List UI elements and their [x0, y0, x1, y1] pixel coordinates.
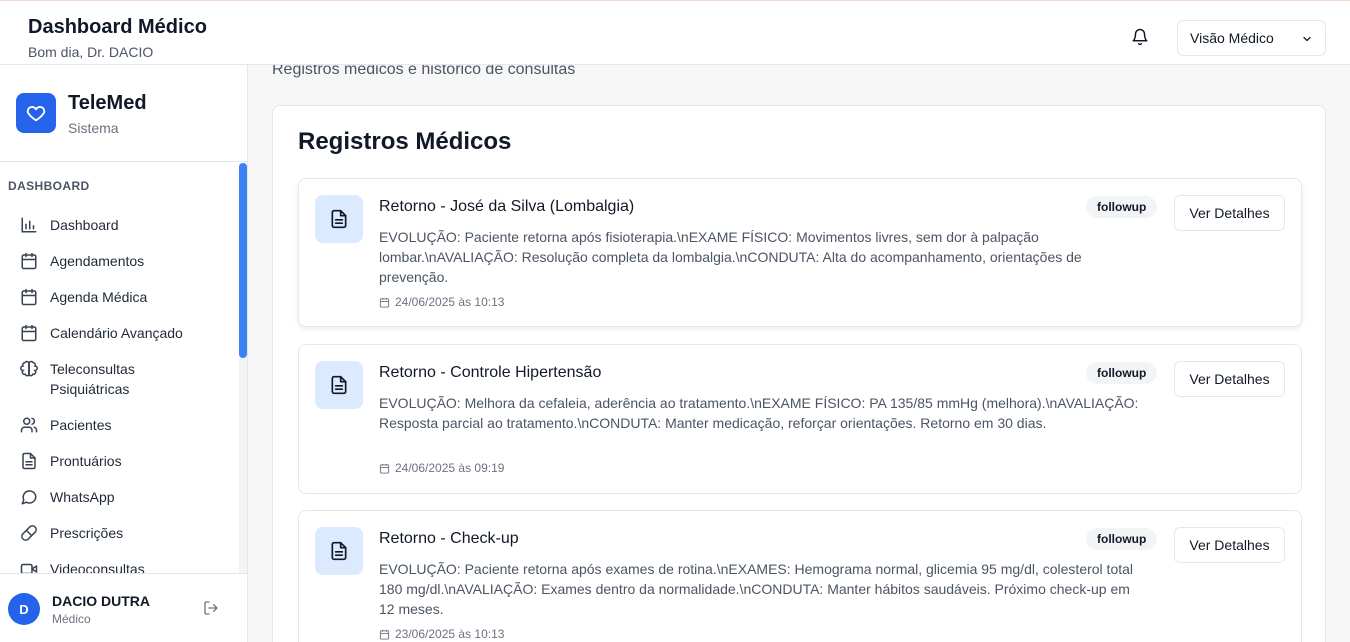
record-date: 24/06/2025 às 09:19 [379, 461, 504, 475]
record-notes: EVOLUÇÃO: Paciente retorna após exames d… [379, 561, 1134, 617]
message-circle-icon [21, 490, 37, 505]
greeting: Bom dia, Dr. DACIO [28, 44, 154, 60]
record-card: Retorno - José da Silva (Lombalgia) foll… [298, 178, 1302, 327]
sidebar-item-agendamentos[interactable]: Agendamentos [8, 245, 232, 277]
sidebar-item-label: WhatsApp [50, 489, 115, 505]
brand-name: TeleMed [68, 92, 147, 114]
sidebar-nav: DASHBOARD Dashboard Agendamentos Agenda … [0, 163, 247, 573]
record-card: Retorno - Check-up followup Ver Detalhes… [298, 510, 1302, 642]
calendar-icon [21, 252, 37, 270]
record-title: Retorno - José da Silva (Lombalgia) [379, 198, 635, 215]
record-date: 24/06/2025 às 10:13 [379, 295, 504, 309]
document-icon [315, 361, 363, 409]
status-badge: followup [1086, 528, 1158, 550]
file-text-icon [22, 452, 36, 470]
panel-title: Registros Médicos [298, 128, 512, 155]
logout-icon[interactable] [203, 600, 219, 616]
user-role: Médico [52, 612, 91, 626]
sidebar: TeleMed Sistema DASHBOARD Dashboard Agen… [0, 65, 248, 642]
calendar-icon [379, 463, 390, 474]
calendar-icon [21, 288, 37, 306]
view-mode-value: Visão Médico [1190, 30, 1274, 46]
sidebar-item-label: Agendamentos [50, 253, 145, 269]
sidebar-item-label: Dashboard [50, 217, 119, 233]
sidebar-item-dashboard[interactable]: Dashboard [8, 209, 232, 241]
pill-icon [21, 525, 37, 541]
sidebar-item-label: Teleconsultas Psiquiátricas [50, 361, 135, 397]
document-icon [315, 195, 363, 243]
record-notes: EVOLUÇÃO: Melhora da cefaleia, aderência… [379, 395, 1139, 431]
sidebar-item-pacientes[interactable]: Pacientes [8, 409, 232, 441]
view-details-button[interactable]: Ver Detalhes [1174, 195, 1285, 231]
calendar-icon [379, 297, 390, 308]
sidebar-item-teleconsultas-psiquiatricas[interactable]: Teleconsultas Psiquiátricas [8, 353, 232, 405]
chevron-down-icon [1303, 36, 1311, 42]
sidebar-item-label: Pacientes [50, 417, 112, 433]
sidebar-item-whatsapp[interactable]: WhatsApp [8, 481, 232, 513]
records-panel: Registros Médicos Retorno - José da Silv… [272, 105, 1326, 642]
page-title: Dashboard Médico [28, 16, 207, 38]
top-header: Dashboard Médico Bom dia, Dr. DACIO Visã… [0, 0, 1350, 65]
record-date-text: 24/06/2025 às 10:13 [395, 295, 505, 309]
avatar: D [8, 593, 40, 625]
user-name: DACIO DUTRA [52, 593, 150, 609]
status-badge: followup [1086, 362, 1158, 384]
sidebar-item-label: Agenda Médica [50, 289, 148, 305]
sidebar-item-label: Prescrições [50, 525, 124, 541]
document-icon [315, 527, 363, 575]
calendar-icon [379, 629, 390, 640]
sidebar-item-label: Prontuários [50, 453, 122, 469]
users-icon [20, 417, 38, 433]
bar-chart-icon [21, 217, 37, 233]
brand-subtitle: Sistema [68, 120, 119, 136]
record-title: Retorno - Check-up [379, 530, 519, 547]
record-date-text: 24/06/2025 às 09:19 [395, 461, 505, 475]
sidebar-item-agenda-medica[interactable]: Agenda Médica [8, 281, 232, 313]
brand: TeleMed Sistema [0, 65, 247, 162]
sidebar-scrollbar-thumb[interactable] [239, 163, 247, 358]
sidebar-item-prescricoes[interactable]: Prescrições [8, 517, 232, 549]
view-details-button[interactable]: Ver Detalhes [1174, 361, 1285, 397]
sidebar-item-prontuarios[interactable]: Prontuários [8, 445, 232, 477]
record-card: Retorno - Controle Hipertensão followup … [298, 344, 1302, 494]
sidebar-item-videoconsultas[interactable]: Videoconsultas [8, 553, 232, 573]
record-title: Retorno - Controle Hipertensão [379, 364, 602, 381]
bell-icon[interactable] [1131, 28, 1149, 46]
view-mode-select[interactable]: Visão Médico [1177, 20, 1326, 56]
user-profile: D DACIO DUTRA Médico [0, 573, 247, 642]
video-icon [20, 563, 38, 573]
nav-section-label: DASHBOARD [8, 179, 90, 193]
heart-logo-icon [16, 93, 56, 133]
sidebar-item-calendario-avancado[interactable]: Calendário Avançado [8, 317, 232, 349]
calendar-icon [21, 324, 37, 342]
record-date: 23/06/2025 às 10:13 [379, 627, 504, 641]
brain-icon [20, 360, 38, 377]
record-notes: EVOLUÇÃO: Paciente retorna após fisioter… [379, 229, 1082, 285]
sidebar-item-label: Videoconsultas [50, 561, 145, 573]
sidebar-item-label: Calendário Avançado [50, 325, 183, 341]
status-badge: followup [1086, 196, 1158, 218]
view-details-button[interactable]: Ver Detalhes [1174, 527, 1285, 563]
record-date-text: 23/06/2025 às 10:13 [395, 627, 505, 641]
